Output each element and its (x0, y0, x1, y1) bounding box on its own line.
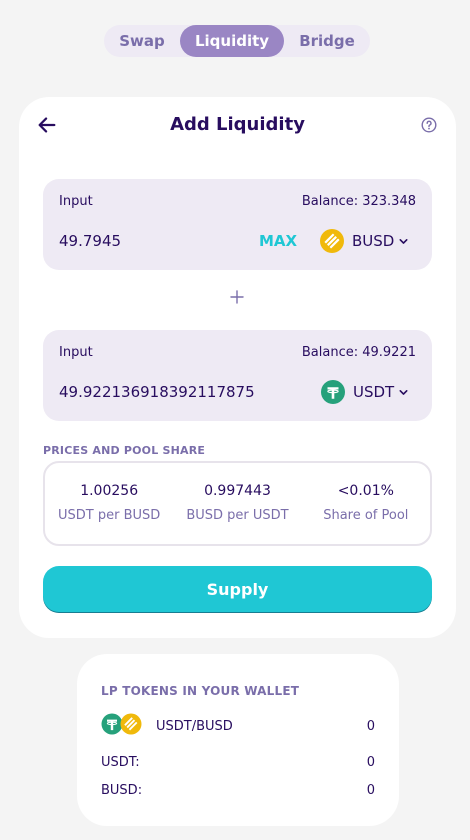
price-label: BUSD per USDT (186, 508, 289, 523)
input-label: Input (59, 194, 93, 209)
price-busd-per-usdt: 0.997443 BUSD per USDT (173, 463, 301, 544)
chevron-down-icon (399, 389, 408, 395)
usdt-icon (321, 380, 345, 404)
supply-button[interactable]: Supply (43, 566, 432, 613)
plus-icon (230, 290, 244, 304)
price-label: USDT per BUSD (58, 508, 161, 523)
balance-text: Balance: 49.9221 (301, 345, 416, 360)
prices-pool-share-box: 1.00256 USDT per BUSD 0.997443 BUSD per … (43, 461, 432, 546)
share-of-pool: <0.01% Share of Pool (302, 463, 430, 544)
help-icon[interactable] (421, 117, 437, 133)
input-panel-usdt: Input Balance: 49.9221 49.92213691839211… (43, 330, 432, 421)
busd-icon (120, 713, 142, 735)
lp-row-value: 0 (366, 755, 375, 770)
add-liquidity-card: Add Liquidity Input Balance: 323.348 49.… (19, 97, 456, 638)
lp-row-label: USDT: (101, 755, 140, 770)
amount-input-busd[interactable]: 49.7945 (59, 232, 121, 250)
token-select-usdt[interactable]: USDT (321, 378, 409, 406)
chevron-down-icon (399, 238, 408, 244)
page-title: Add Liquidity (170, 114, 305, 135)
tab-bridge[interactable]: Bridge (284, 25, 370, 57)
prices-heading: PRICES AND POOL SHARE (43, 444, 206, 457)
tab-swap[interactable]: Swap (104, 25, 180, 57)
input-panel-busd: Input Balance: 323.348 49.7945 MAX BUSD (43, 179, 432, 270)
price-value: 0.997443 (204, 483, 271, 499)
usdt-icon (101, 713, 123, 735)
price-usdt-per-busd: 1.00256 USDT per BUSD (45, 463, 173, 544)
token-symbol: BUSD (352, 232, 395, 250)
lp-busd-row: BUSD: 0 (101, 783, 375, 798)
max-button[interactable]: MAX (259, 232, 297, 250)
lp-row-value: 0 (366, 783, 375, 798)
input-label: Input (59, 345, 93, 360)
lp-pair-name: USDT/BUSD (156, 719, 233, 734)
tab-liquidity[interactable]: Liquidity (180, 25, 284, 57)
price-value: <0.01% (337, 483, 394, 499)
token-select-busd[interactable]: BUSD (320, 227, 409, 255)
price-value: 1.00256 (80, 483, 139, 499)
lp-usdt-row: USDT: 0 (101, 755, 375, 770)
price-label: Share of Pool (323, 508, 409, 523)
lp-row-label: BUSD: (101, 783, 143, 798)
busd-icon (320, 229, 344, 253)
top-nav-tabs: Swap Liquidity Bridge (104, 25, 370, 57)
amount-input-usdt[interactable]: 49.922136918392117875 (59, 383, 255, 401)
balance-text: Balance: 323.348 (301, 194, 416, 209)
pair-token-icons (101, 713, 142, 735)
lp-pair-value: 0 (366, 719, 375, 734)
lp-tokens-card: LP TOKENS IN YOUR WALLET USDT/BUSD 0 USD… (77, 654, 399, 826)
lp-tokens-heading: LP TOKENS IN YOUR WALLET (101, 684, 300, 698)
token-symbol: USDT (353, 383, 395, 401)
